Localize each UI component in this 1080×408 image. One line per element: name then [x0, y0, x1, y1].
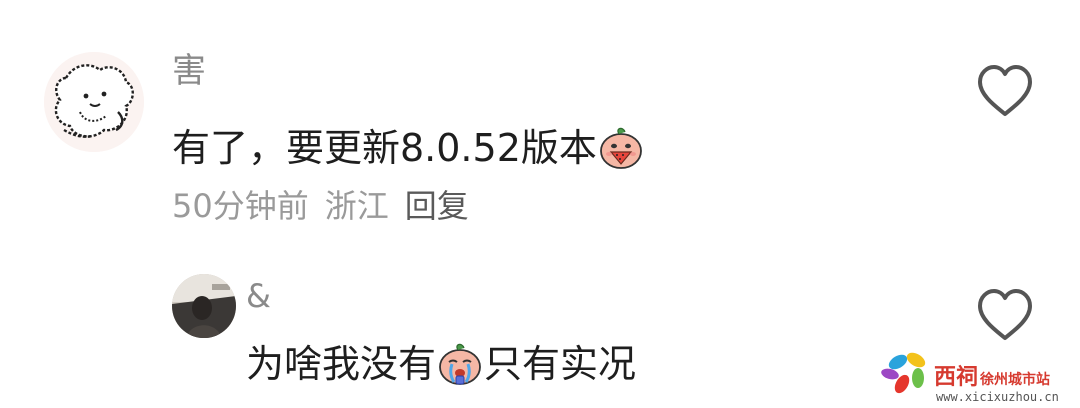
- watermark: 西祠 徐州城市站 www.xicixuzhou.cn: [876, 344, 1076, 404]
- comment-text-part: 为啥我没有: [246, 342, 437, 386]
- avatar[interactable]: [172, 274, 236, 338]
- comment-text-part: 有了，要更新8.0.52版本: [172, 126, 597, 170]
- watermark-url: www.xicixuzhou.cn: [936, 390, 1059, 404]
- comment-meta: 50分钟前 浙江 回复: [172, 190, 469, 222]
- username[interactable]: &: [246, 280, 271, 312]
- watermark-sub-text: 徐州城市站: [980, 372, 1051, 388]
- watermark-brand: 西祠 徐州城市站: [934, 366, 1050, 388]
- comment-text: 有了，要更新8.0.52版本: [172, 124, 645, 172]
- timestamp: 50分钟前: [172, 187, 309, 225]
- watermelon-peach-emoji-icon: [599, 127, 642, 169]
- avatar[interactable]: [44, 52, 144, 152]
- reply-button[interactable]: 回复: [405, 190, 469, 222]
- photo-avatar-icon: [172, 274, 236, 338]
- like-heart-icon[interactable]: [976, 64, 1034, 118]
- sketch-dog-avatar-icon: [44, 52, 144, 152]
- watermark-brand-text: 西祠: [934, 364, 979, 390]
- location: 浙江: [324, 187, 389, 225]
- comment-text-part: 只有实况: [484, 342, 637, 386]
- crying-peach-emoji-icon: [439, 343, 481, 385]
- pinwheel-logo-icon: [881, 352, 926, 394]
- comment-text: 为啥我没有 只有实况: [246, 340, 636, 388]
- like-heart-icon[interactable]: [976, 288, 1034, 342]
- username[interactable]: 害: [172, 54, 206, 88]
